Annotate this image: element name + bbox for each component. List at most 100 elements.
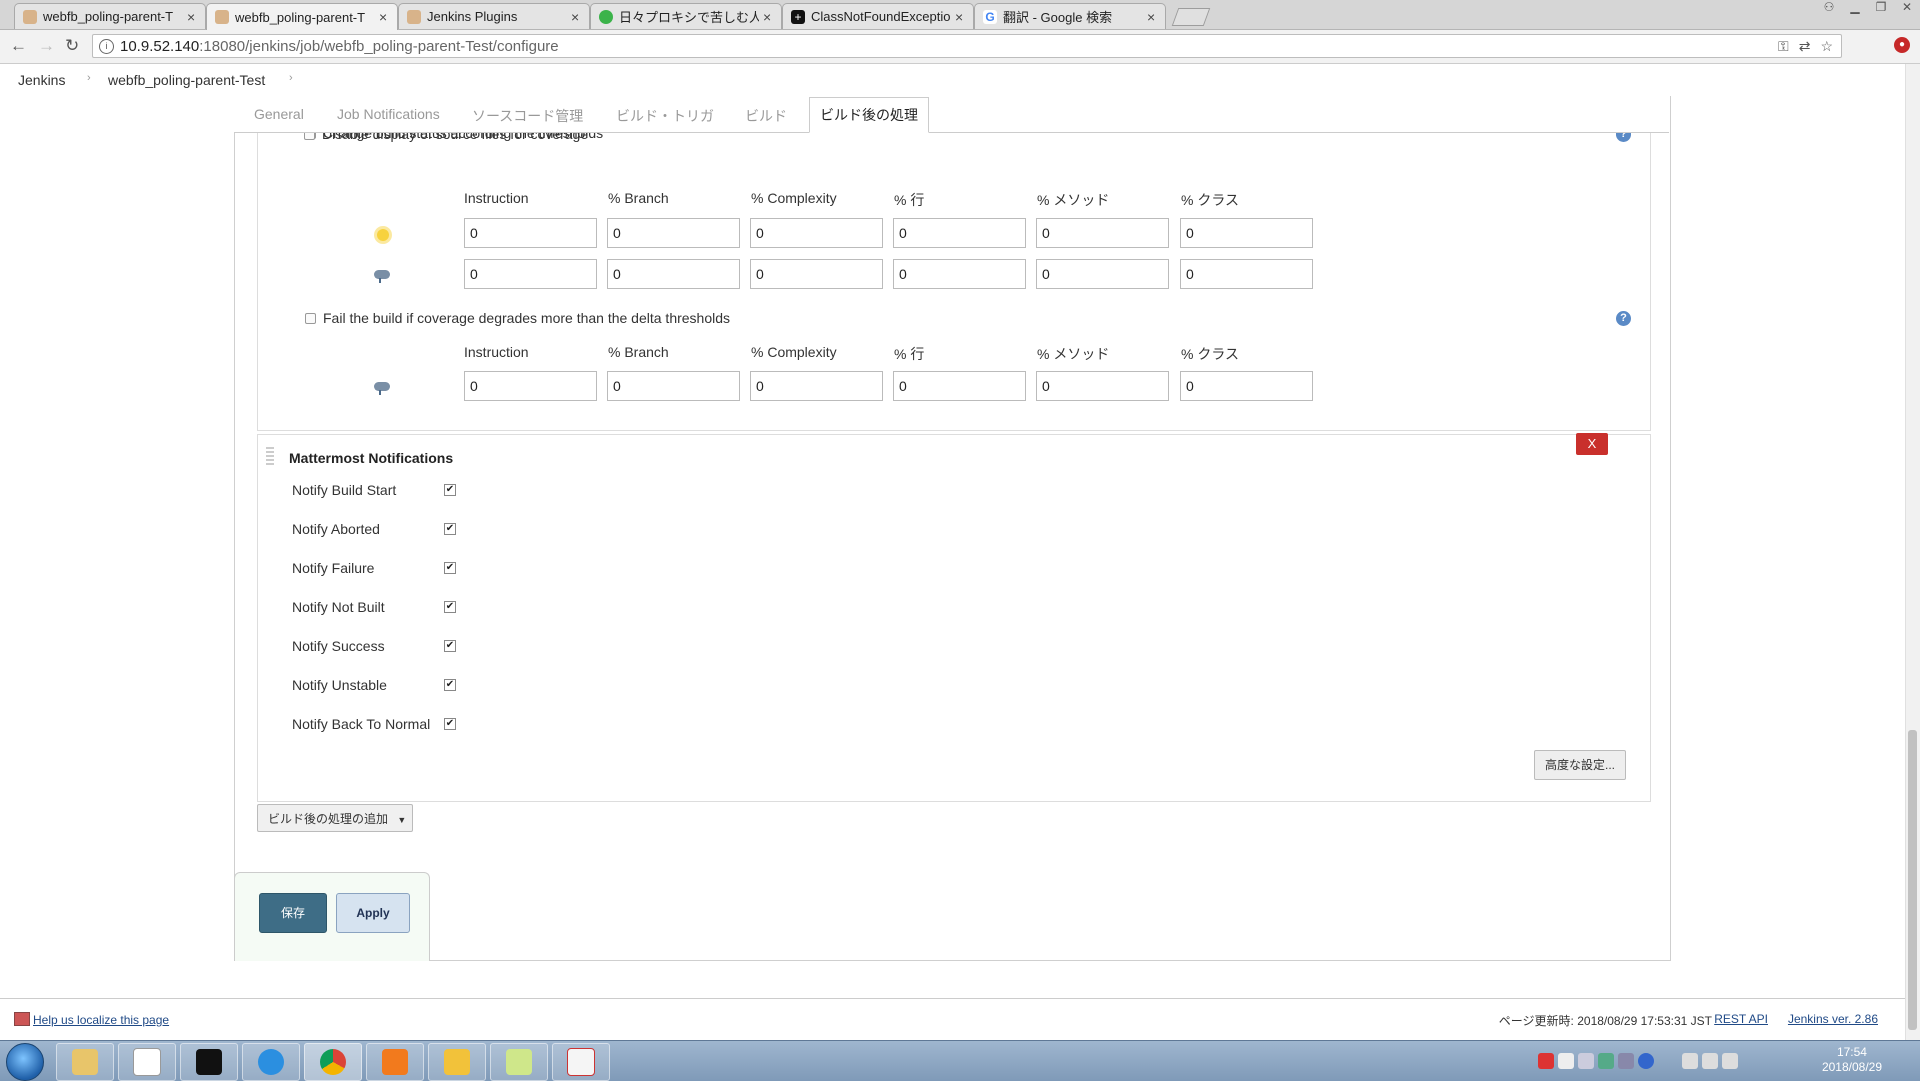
taskbar-java[interactable] [552, 1043, 610, 1081]
tab-job-notifications[interactable]: Job Notifications [337, 106, 440, 122]
ime-icon[interactable] [1558, 1053, 1574, 1069]
chevron-right-icon[interactable]: › [289, 72, 293, 84]
add-post-build-button[interactable]: ビルド後の処理の追加 ▼ [257, 804, 413, 832]
browser-tab-active[interactable]: webfb_poling-parent-T × [206, 3, 398, 30]
close-icon[interactable]: × [379, 9, 391, 25]
healthy-branch-input[interactable] [607, 218, 740, 248]
key-icon[interactable]: ⚿ [1778, 38, 1789, 55]
ime-mode-icon[interactable] [1578, 1053, 1594, 1069]
tray-help-icon[interactable] [1638, 1053, 1654, 1069]
delta-class-input[interactable] [1180, 371, 1313, 401]
bookmark-star-icon[interactable]: ☆ [1820, 38, 1833, 55]
healthy-line-input[interactable] [893, 218, 1026, 248]
jenkins-version-link[interactable]: Jenkins ver. 2.86 [1788, 1012, 1878, 1026]
notify-success-checkbox[interactable]: ✔ [444, 640, 456, 652]
browser-tab[interactable]: 日々プロキシで苦しむ人 × [590, 3, 782, 29]
tab-general[interactable]: General [254, 106, 304, 122]
address-bar[interactable]: i 10.9.52.140:18080/jenkins/job/webfb_po… [92, 34, 1842, 58]
taskbar-ie[interactable] [242, 1043, 300, 1081]
vertical-scrollbar[interactable] [1905, 64, 1920, 1040]
healthy-complexity-input[interactable] [750, 218, 883, 248]
plus-favicon-icon: + [791, 9, 805, 24]
volume-icon[interactable] [1722, 1053, 1738, 1069]
new-tab-button[interactable] [1171, 8, 1211, 26]
col-class: % クラス [1181, 346, 1240, 362]
reload-icon[interactable]: ↻ [65, 36, 79, 56]
xampp-icon [382, 1049, 408, 1075]
taskbar-chrome[interactable] [304, 1043, 362, 1081]
delta-branch-input[interactable] [607, 371, 740, 401]
unhealthy-line-input[interactable] [893, 259, 1026, 289]
flag-icon[interactable] [1682, 1053, 1698, 1069]
extension-icon[interactable]: ● [1894, 37, 1910, 53]
close-icon[interactable]: × [571, 9, 583, 25]
minimize-icon[interactable]: ▁ [1842, 0, 1868, 16]
network-icon[interactable] [1702, 1053, 1718, 1069]
localize-link[interactable]: Help us localize this page [33, 1013, 169, 1027]
chevron-right-icon[interactable]: › [87, 72, 91, 84]
java-icon [567, 1048, 595, 1076]
close-window-icon[interactable]: ✕ [1894, 0, 1920, 16]
taskbar-t-app[interactable] [428, 1043, 486, 1081]
tab-title: Jenkins Plugins [427, 9, 518, 24]
notify-build-start-checkbox[interactable]: ✔ [444, 484, 456, 496]
browser-tab[interactable]: G 翻訳 - Google 検索 × [974, 3, 1166, 29]
taskbar-clock[interactable]: 17:54 2018/08/29 [1822, 1045, 1882, 1075]
breadcrumb-job[interactable]: webfb_poling-parent-Test [108, 72, 265, 88]
forward-icon[interactable]: → [38, 36, 55, 56]
healthy-method-input[interactable] [1036, 218, 1169, 248]
notify-not-built-checkbox[interactable]: ✔ [444, 601, 456, 613]
delta-line-input[interactable] [893, 371, 1026, 401]
close-icon[interactable]: × [1147, 9, 1159, 25]
taskbar-explorer[interactable] [56, 1043, 114, 1081]
advanced-settings-button[interactable]: 高度な設定... [1534, 750, 1626, 780]
delta-method-input[interactable] [1036, 371, 1169, 401]
healthy-class-input[interactable] [1180, 218, 1313, 248]
drag-handle-icon[interactable] [266, 447, 274, 465]
unhealthy-class-input[interactable] [1180, 259, 1313, 289]
help-icon[interactable]: ? [1616, 311, 1631, 326]
translate-icon[interactable]: ⇄ [1799, 38, 1811, 55]
back-icon[interactable]: ← [10, 36, 27, 56]
unhealthy-method-input[interactable] [1036, 259, 1169, 289]
browser-tab[interactable]: Jenkins Plugins × [398, 3, 590, 29]
notify-aborted-checkbox[interactable]: ✔ [444, 523, 456, 535]
info-icon[interactable]: i [99, 38, 114, 54]
delta-instruction-input[interactable] [464, 371, 597, 401]
rest-api-link[interactable]: REST API [1714, 1012, 1768, 1026]
browser-tab[interactable]: + ClassNotFoundExceptio × [782, 3, 974, 29]
fail-delta-checkbox[interactable] [305, 312, 316, 324]
save-button[interactable]: 保存 [259, 893, 327, 933]
taskbar-notes[interactable] [490, 1043, 548, 1081]
close-icon[interactable]: × [955, 9, 967, 25]
apply-button[interactable]: Apply [336, 893, 410, 933]
unhealthy-instruction-input[interactable] [464, 259, 597, 289]
notify-unstable-checkbox[interactable]: ✔ [444, 679, 456, 691]
close-icon[interactable]: × [763, 9, 775, 25]
notify-failure-checkbox[interactable]: ✔ [444, 562, 456, 574]
healthy-instruction-input[interactable] [464, 218, 597, 248]
tray-tool-icon[interactable] [1598, 1053, 1614, 1069]
breadcrumb: Jenkins › webfb_poling-parent-Test › [0, 64, 1906, 94]
scrollbar-thumb[interactable] [1908, 730, 1917, 1030]
notify-back-to-normal-checkbox[interactable]: ✔ [444, 718, 456, 730]
close-icon[interactable]: × [187, 9, 199, 25]
tab-scm[interactable]: ソースコード管理 [472, 106, 583, 126]
user-icon[interactable]: ⚇ [1816, 0, 1842, 16]
tab-build-triggers[interactable]: ビルド・トリガ [616, 106, 714, 126]
restore-icon[interactable]: ❐ [1868, 0, 1894, 16]
delta-complexity-input[interactable] [750, 371, 883, 401]
browser-tab[interactable]: webfb_poling-parent-T × [14, 3, 206, 29]
delete-step-button[interactable]: X [1576, 433, 1608, 455]
tray-app-icon[interactable] [1538, 1053, 1554, 1069]
taskbar-cmd[interactable] [180, 1043, 238, 1081]
tray-settings-icon[interactable] [1618, 1053, 1634, 1069]
unhealthy-branch-input[interactable] [607, 259, 740, 289]
taskbar-notepad[interactable] [118, 1043, 176, 1081]
taskbar-xampp[interactable] [366, 1043, 424, 1081]
unhealthy-complexity-input[interactable] [750, 259, 883, 289]
tab-post-build[interactable]: ビルド後の処理 [809, 97, 929, 133]
tab-build[interactable]: ビルド [745, 106, 787, 126]
breadcrumb-jenkins[interactable]: Jenkins [18, 72, 65, 88]
windows-start-icon[interactable] [6, 1043, 44, 1081]
